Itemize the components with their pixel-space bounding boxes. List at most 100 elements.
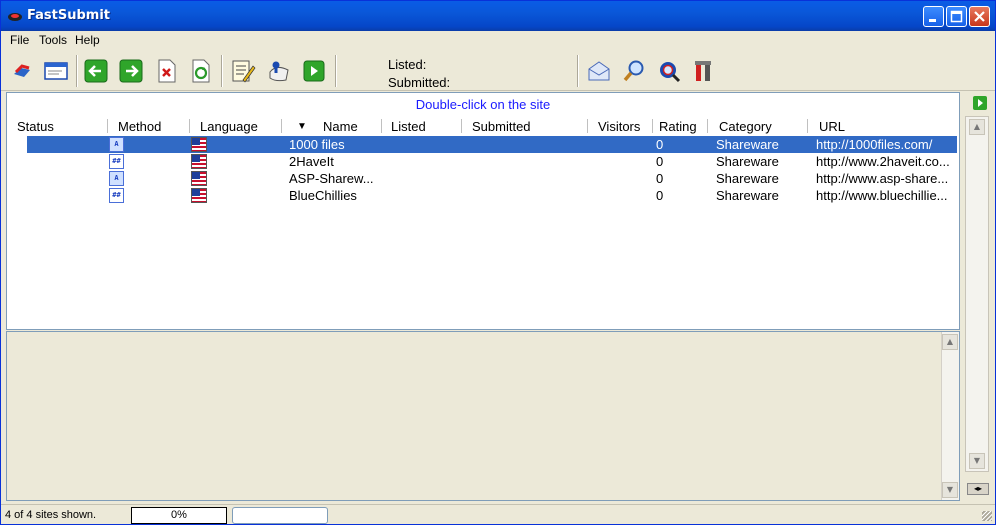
site-name: BlueChillies [289, 188, 357, 203]
column-category[interactable]: Category [719, 119, 772, 135]
table-row[interactable]: ## BlueChillies 0 Shareware http://www.b… [7, 187, 959, 204]
double-click-hint: Double-click on the site [415, 97, 551, 112]
site-url: http://www.bluechillie... [816, 188, 948, 203]
email-button[interactable] [586, 58, 612, 84]
open-site-button[interactable] [9, 58, 35, 84]
table-row[interactable]: ## 2HaveIt 0 Shareware http://www.2havei… [7, 153, 959, 170]
edit-form-icon [44, 62, 68, 80]
method-icon: ## [109, 154, 124, 169]
edit-form-button[interactable] [43, 58, 69, 84]
tools-button[interactable] [691, 58, 717, 84]
title-bar[interactable]: FastSubmit [1, 1, 995, 31]
resize-grip[interactable] [982, 511, 992, 521]
column-visitors[interactable]: Visitors [598, 119, 640, 135]
minimize-button[interactable] [923, 6, 944, 27]
right-panel: ▲ ▼ ◂▸ [963, 92, 993, 497]
column-divider[interactable] [461, 119, 462, 133]
refresh-icon [192, 59, 210, 83]
scroll-up-button[interactable]: ▲ [969, 119, 985, 135]
play-button[interactable] [301, 58, 327, 84]
method-icon: A [109, 137, 124, 152]
menu-help[interactable]: Help [75, 33, 100, 47]
site-name: ASP-Sharew... [289, 171, 374, 186]
listed-label: Listed: [388, 57, 427, 72]
site-name: 2HaveIt [289, 154, 334, 169]
table-row[interactable]: A ASP-Sharew... 0 Shareware http://www.a… [7, 170, 959, 187]
column-divider[interactable] [587, 119, 588, 133]
us-flag-icon [191, 137, 207, 152]
forward-button[interactable] [118, 58, 144, 84]
status-bar: 4 of 4 sites shown. 0% [1, 504, 995, 524]
site-category: Shareware [716, 171, 779, 186]
details-pane[interactable]: ▲ ▼ [6, 331, 960, 501]
column-rating[interactable]: Rating [659, 119, 697, 135]
site-url: http://www.asp-share... [816, 171, 949, 186]
forward-icon [119, 59, 143, 83]
panel-scrollbar[interactable]: ▲ ▼ [965, 116, 989, 472]
search-icon [623, 60, 644, 82]
scroll-down-button[interactable]: ▼ [969, 453, 985, 469]
play-icon [973, 96, 987, 110]
menu-bar: File Tools Help [1, 31, 995, 50]
column-divider[interactable] [381, 119, 382, 133]
app-logo-icon [8, 13, 22, 21]
us-flag-icon [191, 188, 207, 203]
minimize-icon [929, 19, 936, 22]
sort-arrow-icon: ▼ [297, 121, 307, 132]
column-language[interactable]: Language [200, 119, 258, 135]
submit-button[interactable] [266, 58, 292, 84]
site-url: http://1000files.com/ [816, 137, 933, 152]
scroll-up-button[interactable]: ▲ [942, 334, 958, 350]
site-list[interactable]: Double-click on the site Status Method L… [6, 92, 960, 330]
column-submitted[interactable]: Submitted [472, 119, 531, 135]
maximize-button[interactable] [946, 6, 967, 27]
toolbar-separator [577, 55, 579, 87]
progress-bar [232, 507, 328, 524]
site-url: http://www.2haveit.co... [816, 154, 950, 169]
menu-tools[interactable]: Tools [39, 33, 67, 47]
toolbar-separator [221, 55, 223, 87]
column-status[interactable]: Status [17, 119, 54, 135]
site-category: Shareware [716, 188, 779, 203]
column-divider[interactable] [107, 119, 108, 133]
refresh-button[interactable] [188, 58, 214, 84]
site-rating: 0 [656, 188, 664, 203]
close-button[interactable] [969, 6, 990, 27]
back-button[interactable] [83, 58, 109, 84]
column-divider[interactable] [652, 119, 653, 133]
notepad-icon [232, 60, 256, 83]
column-divider[interactable] [707, 119, 708, 133]
toolbar-separator [335, 55, 337, 87]
column-name[interactable]: Name [323, 119, 358, 135]
details-scrollbar[interactable]: ▲ ▼ [941, 332, 959, 500]
submitted-label: Submitted: [388, 75, 451, 90]
us-flag-icon [191, 154, 207, 169]
table-row[interactable]: A 1000 files 0 Shareware http://1000file… [7, 136, 959, 153]
window-title: FastSubmit [27, 8, 110, 23]
column-url[interactable]: URL [819, 119, 845, 135]
column-listed[interactable]: Listed [391, 119, 426, 135]
find-icon [660, 62, 681, 83]
notepad-button[interactable] [230, 58, 256, 84]
maximize-icon [950, 10, 963, 23]
search-button[interactable] [621, 58, 647, 84]
scroll-down-button[interactable]: ▼ [942, 482, 958, 498]
column-divider[interactable] [281, 119, 282, 133]
menu-file[interactable]: File [10, 33, 29, 47]
submit-icon [269, 61, 289, 82]
toolbar: Listed: Submitted: [1, 51, 995, 91]
splitter-handle[interactable]: ◂▸ [967, 483, 989, 495]
us-flag-icon [191, 171, 207, 186]
delete-button[interactable] [154, 58, 180, 84]
app-window: FastSubmit File Tools Help Listed: Submi… [0, 0, 996, 525]
column-divider[interactable] [189, 119, 190, 133]
progress-percent: 0% [131, 507, 227, 524]
run-button[interactable] [971, 95, 989, 111]
close-icon [974, 11, 985, 22]
tools-icon [695, 61, 711, 81]
column-method[interactable]: Method [118, 119, 161, 135]
delete-icon [158, 59, 176, 83]
email-icon [588, 61, 610, 81]
find-button[interactable] [656, 58, 682, 84]
column-divider[interactable] [807, 119, 808, 133]
